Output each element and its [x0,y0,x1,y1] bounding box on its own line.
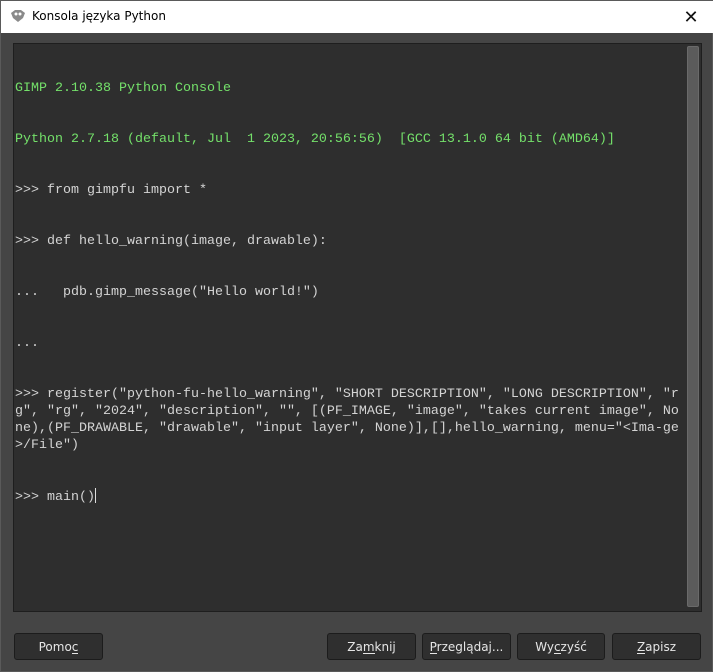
gimp-icon [11,10,25,22]
console-line: >>> register("python-fu-hello_warning", … [15,387,679,453]
console-input[interactable]: >>> main() [15,490,95,505]
clear-button-label: Wyczyść [535,639,587,654]
title-bar: Konsola języka Python ✕ [1,1,713,33]
save-button-label: Zapisz [636,639,677,654]
mnemonic-underline [636,652,646,654]
mnemonic-underline [362,652,375,654]
close-button[interactable]: Zamknij [327,633,416,660]
console-input-line[interactable]: >>> main() [15,488,685,506]
close-button-label: Zamknij [347,639,396,654]
close-icon[interactable]: ✕ [668,1,713,33]
window-title: Konsola języka Python [32,9,166,23]
vertical-scrollbar[interactable] [685,44,701,611]
console-output[interactable]: GIMP 2.10.38 Python Console Python 2.7.1… [13,43,702,612]
console-banner-line: GIMP 2.10.38 Python Console [15,81,231,96]
browse-button-label: Przeglądaj... [429,639,504,654]
mnemonic-underline [429,652,437,654]
text-cursor [94,488,96,503]
mnemonic-underline [71,652,79,654]
console-banner-line: Python 2.7.18 (default, Jul 1 2023, 20:5… [15,132,615,147]
help-button-label: Pomoc [38,639,79,654]
browse-button[interactable]: Przeglądaj... [422,633,511,660]
clear-button[interactable]: Wyczyść [517,633,605,660]
console-line: ... [15,336,39,351]
save-button[interactable]: Zapisz [612,633,701,660]
help-button[interactable]: Pomoc [14,633,103,660]
console-line: >>> from gimpfu import * [15,183,207,198]
scrollbar-thumb[interactable] [687,46,699,607]
mnemonic-underline [553,652,561,654]
console-line: ... pdb.gimp_message("Hello world!") [15,285,319,300]
console-line: >>> def hello_warning(image, drawable): [15,234,327,249]
